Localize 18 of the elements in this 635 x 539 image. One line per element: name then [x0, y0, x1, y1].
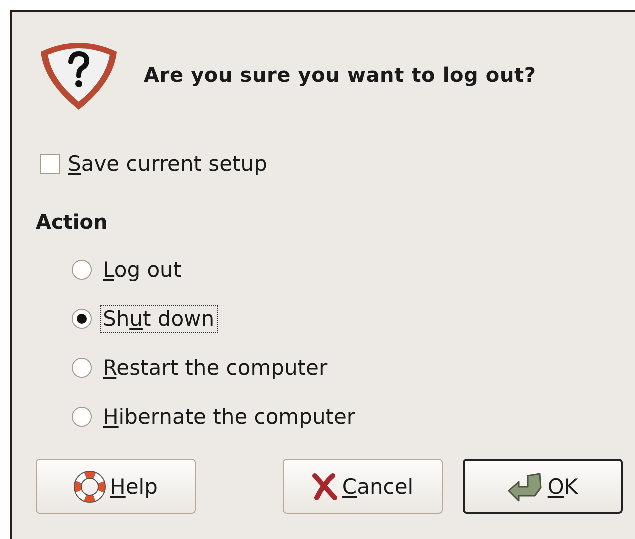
arrow-icon — [508, 472, 544, 502]
cross-icon — [312, 472, 338, 500]
radio-button[interactable] — [72, 309, 92, 329]
cancel-button[interactable]: Cancel — [283, 459, 443, 514]
radio-label[interactable]: Log out — [100, 256, 185, 284]
section-heading: Action — [36, 210, 109, 234]
lifebuoy-icon — [74, 470, 106, 502]
radio-label[interactable]: Restart the computer — [100, 354, 331, 382]
checkbox-label[interactable]: Save current setup — [68, 152, 268, 176]
ok-button[interactable]: OK — [463, 459, 623, 514]
help-button[interactable]: Help — [36, 459, 196, 514]
radio-button[interactable] — [72, 260, 92, 280]
radio-button[interactable] — [72, 358, 92, 378]
radio-label[interactable]: Hibernate the computer — [100, 403, 359, 431]
checkbox[interactable] — [40, 154, 60, 174]
radio-label[interactable]: Shut down — [100, 305, 218, 333]
radio-button[interactable] — [72, 407, 92, 427]
dialog-question: Are you sure you want to log out? — [144, 63, 536, 87]
